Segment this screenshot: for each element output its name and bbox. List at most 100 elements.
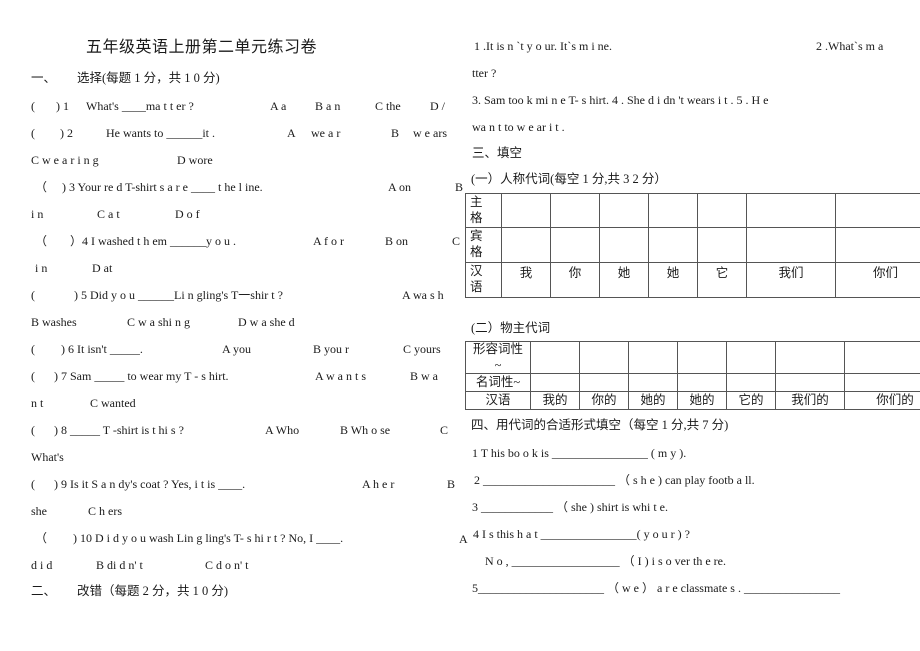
chinese-cell: 我们	[746, 262, 836, 298]
section4-heading: 四、用代词的合适形式填空（每空 1 分,共 7 分)	[471, 418, 729, 432]
q9-option-c: C h ers	[88, 504, 122, 518]
q4-text: ）4 I washed t h em ______y o u .	[70, 234, 236, 248]
q2-option-c: C w e a r i n g	[31, 153, 99, 167]
q8-text: ) 8 _____ T -shirt is t hi s ?	[54, 423, 184, 437]
blank-cell[interactable]	[599, 227, 649, 263]
q2-option-a-label: A	[287, 126, 296, 140]
blank-cell[interactable]	[648, 227, 698, 263]
q10-option-c: C d o n' t	[205, 558, 249, 572]
blank-cell[interactable]	[648, 193, 698, 228]
q7-option-a: A w a n t s	[315, 369, 366, 383]
section2-heading: 改错（每题 2 分，共 1 0 分)	[77, 584, 229, 598]
blank-cell[interactable]	[530, 373, 580, 393]
row-label: 宾 格	[470, 229, 483, 259]
q8-option-c: What's	[31, 450, 64, 464]
q6-paren: (	[31, 342, 35, 356]
chinese-cell: 她的	[677, 391, 727, 411]
q6-option-a: A you	[222, 342, 252, 356]
blank-cell[interactable]	[844, 340, 920, 375]
q6-text: ) 6 It isn't _____.	[61, 342, 143, 356]
q9-paren: (	[31, 477, 35, 491]
q6-option-c: C yours	[403, 342, 441, 356]
q9-option-b: she	[31, 504, 47, 518]
q10-text: ) 10 D i d y o u wash Lin g ling's T- s …	[73, 531, 344, 545]
chinese-label: 汉语	[465, 391, 531, 411]
q1-option-c: C the	[375, 99, 401, 113]
page-title: 五年级英语上册第二单元练习卷	[86, 39, 318, 56]
blank-cell[interactable]	[775, 373, 845, 393]
blank-cell[interactable]	[501, 193, 551, 228]
chinese-cell: 你们	[835, 262, 920, 298]
chinese-cell: 她	[648, 262, 698, 298]
chinese-cell: 你的	[579, 391, 629, 411]
q2-paren: (	[31, 126, 35, 140]
q1-paren: (	[31, 99, 35, 113]
blank-cell[interactable]	[726, 373, 776, 393]
q6-option-b: B you r	[313, 342, 349, 356]
q7-option-b: B w a	[410, 369, 438, 383]
q10-option-a: d i d	[31, 558, 53, 572]
q5-option-c: C w a shi n g	[127, 315, 190, 329]
blank-cell[interactable]	[835, 227, 920, 263]
q10-paren: （	[35, 531, 48, 545]
blank-cell[interactable]	[550, 227, 600, 263]
q7-option-b-cont: n t	[31, 396, 44, 410]
chinese-cell: 她的	[628, 391, 678, 411]
q3-option-b: i n	[31, 207, 44, 221]
blank-cell[interactable]	[501, 227, 551, 263]
blank-cell[interactable]	[530, 340, 580, 375]
q3-option-d: D o f	[175, 207, 200, 221]
q4-paren: （	[35, 234, 48, 248]
q5-option-a: A wa s h	[402, 288, 444, 302]
q2-option-b-label: B	[391, 126, 400, 140]
q1-option-d: D /	[430, 99, 445, 113]
blank-cell[interactable]	[775, 340, 845, 375]
fill-item-4-answer: N o , __________________ （ I ) i s o ver…	[485, 554, 726, 568]
q2-option-d: D wore	[177, 153, 213, 167]
chinese-cell: 你	[550, 262, 600, 298]
object-label: 宾 格	[465, 227, 502, 263]
q3-option-b-label: B	[455, 180, 464, 194]
blank-cell[interactable]	[579, 340, 629, 375]
blank-cell[interactable]	[599, 193, 649, 228]
blank-cell[interactable]	[835, 193, 920, 228]
q1-text: What's ____ma t t er ?	[86, 99, 194, 113]
blank-cell[interactable]	[697, 227, 747, 263]
q8-option-a: A Who	[265, 423, 300, 437]
q7-paren: (	[31, 369, 35, 383]
blank-cell[interactable]	[628, 373, 678, 393]
chinese-cell: 它	[697, 262, 747, 298]
blank-cell[interactable]	[746, 227, 836, 263]
q5-option-d: D w a she d	[238, 315, 295, 329]
chinese-cell: 我们的	[775, 391, 845, 411]
noun-label: 名词性~	[465, 373, 531, 393]
blank-cell[interactable]	[844, 373, 920, 393]
q2-text: He wants to ______it .	[106, 126, 215, 140]
blank-cell[interactable]	[677, 340, 727, 375]
row-label: 名词性~	[475, 374, 521, 389]
correction-item-1: 1 .It is n `t y o ur. It`s m i ne.	[474, 39, 612, 53]
q3-option-a: A on	[388, 180, 412, 194]
blank-cell[interactable]	[579, 373, 629, 393]
blank-cell[interactable]	[628, 340, 678, 375]
blank-cell[interactable]	[677, 373, 727, 393]
q4-option-c-label: C	[452, 234, 461, 248]
fill-item-1: 1 T his bo o k is ________________ ( m y…	[472, 446, 687, 460]
q4-option-c: i n	[35, 261, 48, 275]
blank-cell[interactable]	[697, 193, 747, 228]
blank-cell[interactable]	[726, 340, 776, 375]
q2-option-a: we a r	[311, 126, 341, 140]
q10-option-a-label: A	[459, 532, 468, 546]
chinese-cell: 我	[501, 262, 551, 298]
blank-cell[interactable]	[550, 193, 600, 228]
blank-cell[interactable]	[746, 193, 836, 228]
q5-option-b: B washes	[31, 315, 77, 329]
chinese-cell: 我的	[530, 391, 580, 411]
possessive-pronoun-table: 形容词性 ~ 名词性~ 汉语 我的 你的 她的 她的 它的 我们的 你们的	[465, 340, 920, 411]
fill-item-2: 2 ______________________ （ s h e ) can p…	[474, 473, 755, 487]
correction-item-2-cont: tter ?	[472, 66, 497, 80]
chinese-cell: 你们的	[844, 391, 920, 411]
q8-option-c-label: C	[440, 423, 449, 437]
fill-item-4: 4 I s this h a t ________________( y o u…	[473, 527, 690, 541]
fill-item-5: 5_____________________ （ w e ） a r e cla…	[472, 581, 840, 595]
